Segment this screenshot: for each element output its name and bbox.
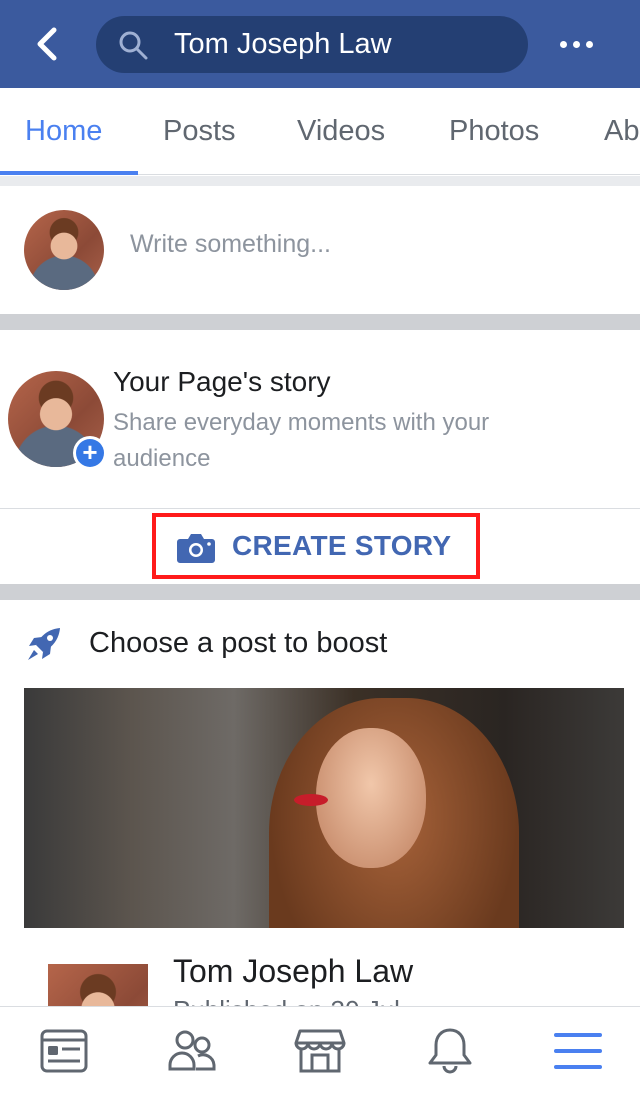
section-divider — [0, 314, 640, 330]
section-divider — [0, 584, 640, 600]
menu-icon[interactable] — [552, 1025, 604, 1077]
top-bar — [0, 0, 640, 88]
active-tab-indicator — [0, 171, 138, 175]
more-dots-icon[interactable] — [552, 28, 602, 60]
search-icon — [119, 31, 148, 60]
avatar[interactable] — [24, 210, 104, 290]
news-feed-icon[interactable] — [38, 1025, 90, 1077]
section-divider — [0, 176, 640, 186]
chevron-left-icon[interactable] — [30, 24, 66, 64]
search-input[interactable] — [174, 24, 504, 64]
plus-icon: + — [76, 439, 104, 467]
search-bar[interactable] — [96, 16, 528, 73]
tab-posts[interactable]: Posts — [163, 88, 236, 174]
notifications-bell-icon[interactable] — [424, 1025, 476, 1077]
tab-photos[interactable]: Photos — [449, 88, 539, 174]
rocket-icon — [28, 628, 60, 660]
boost-title: Choose a post to boost — [89, 627, 388, 659]
post-author-name[interactable]: Tom Joseph Law — [173, 953, 413, 990]
tab-about[interactable]: Ab — [604, 88, 639, 174]
camera-icon — [177, 534, 215, 563]
friends-icon[interactable] — [166, 1025, 218, 1077]
divider — [0, 508, 640, 509]
story-subtitle: Share everyday moments with your audienc… — [113, 409, 490, 472]
bottom-nav — [0, 1006, 640, 1097]
marketplace-icon[interactable] — [294, 1025, 346, 1077]
post-image[interactable] — [24, 688, 624, 928]
page-tabs: Home Posts Videos Photos Ab — [0, 88, 640, 175]
story-title: Your Page's story — [113, 366, 331, 397]
tab-videos[interactable]: Videos — [297, 88, 385, 174]
composer-input[interactable]: Write something... — [130, 230, 331, 259]
add-story-badge[interactable]: + — [73, 436, 107, 470]
tab-home[interactable]: Home — [25, 88, 102, 174]
create-story-label: CREATE STORY — [232, 530, 452, 561]
create-story-button[interactable]: CREATE STORY — [152, 513, 480, 579]
